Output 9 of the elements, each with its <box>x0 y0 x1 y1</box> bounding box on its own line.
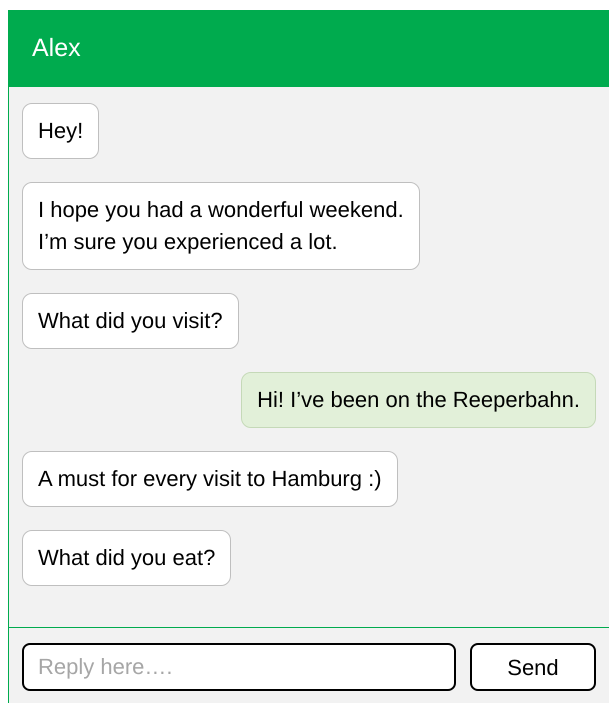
message-bubble: Hi! I’ve been on the Reeperbahn. <box>241 372 596 428</box>
message-bubble: Hey! <box>22 103 100 159</box>
reply-input-field[interactable]: Reply here…. <box>22 643 456 691</box>
message-bubble: I hope you had a wonderful weekend. I’m sure you experienced a lot. <box>22 182 420 270</box>
message-bubble: A must for every visit to Hamburg :) <box>22 451 398 507</box>
message-bubble: What did you eat? <box>22 530 232 586</box>
send-button[interactable]: Send <box>470 643 596 691</box>
message-bubble: What did you visit? <box>22 293 239 349</box>
contact-name: Alex <box>32 32 81 64</box>
